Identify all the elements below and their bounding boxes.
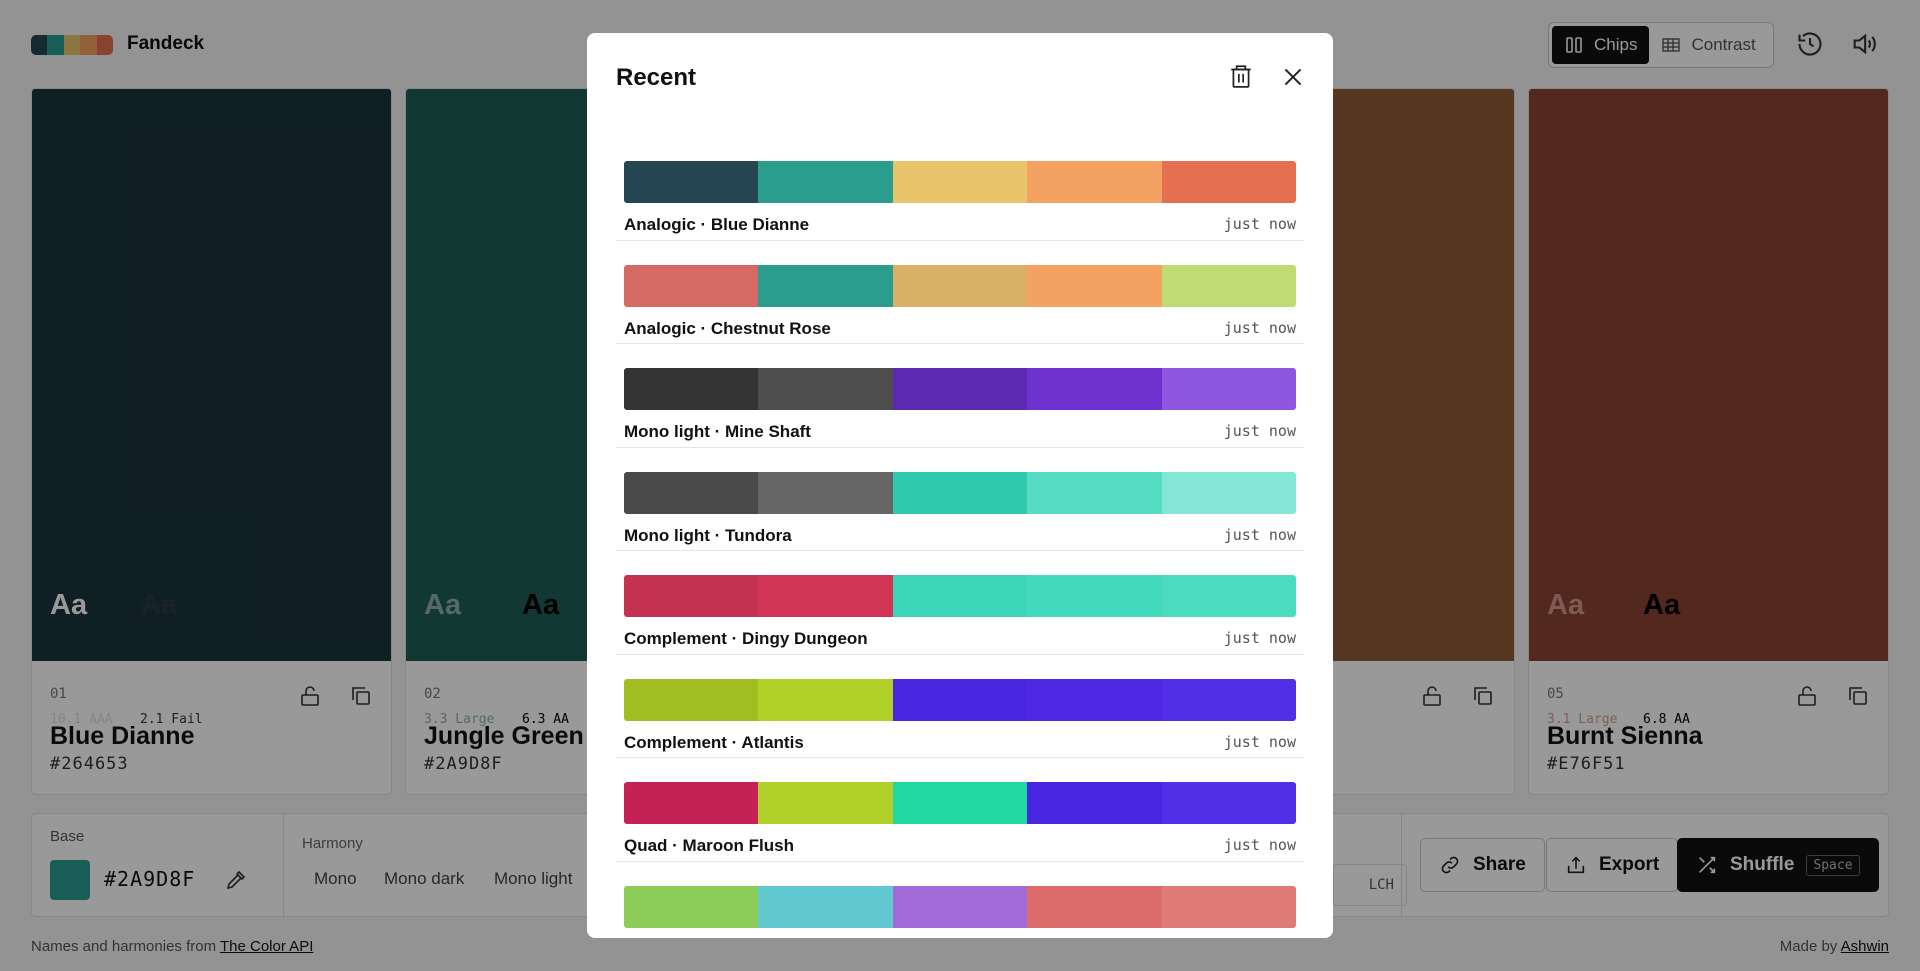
palette-color bbox=[1161, 264, 1296, 307]
palette-color bbox=[1161, 885, 1296, 928]
modal-title: Recent bbox=[616, 64, 697, 91]
palette-color bbox=[624, 368, 759, 410]
palette-color bbox=[624, 575, 759, 617]
recent-list: Analogic · Blue Dianne just now Analogic ·… bbox=[616, 137, 1304, 938]
palette-color bbox=[892, 471, 1028, 514]
trash-icon[interactable] bbox=[1228, 63, 1254, 89]
palette-label: Complement · Dingy Dungeon bbox=[624, 629, 868, 648]
palette-color bbox=[1027, 471, 1162, 514]
palette-strip bbox=[624, 471, 1296, 514]
palette-color bbox=[758, 264, 893, 307]
palette-color bbox=[758, 161, 893, 203]
palette-timestamp: just now bbox=[1223, 732, 1296, 751]
palette-strip bbox=[624, 368, 1296, 410]
recent-palette-item[interactable]: Complement · Dingy Dungeon just now bbox=[616, 551, 1304, 655]
palette-label: Analogic · Blue Dianne bbox=[624, 215, 810, 234]
palette-color bbox=[892, 678, 1028, 721]
palette-timestamp: just now bbox=[1223, 422, 1296, 440]
palette-color bbox=[892, 264, 1028, 307]
palette-timestamp: just now bbox=[1223, 525, 1296, 544]
palette-color bbox=[892, 161, 1028, 203]
recent-palette-item[interactable]: Complement · Atlantis just now bbox=[616, 655, 1304, 758]
palette-label: Complement · Atlantis bbox=[624, 732, 804, 752]
palette-color bbox=[624, 782, 759, 824]
palette-label: Analogic · Chestnut Rose bbox=[624, 318, 831, 338]
palette-color bbox=[1161, 678, 1296, 721]
palette-color bbox=[1027, 575, 1162, 617]
palette-timestamp: just now bbox=[1223, 215, 1296, 233]
palette-color bbox=[758, 368, 893, 410]
palette-color bbox=[758, 782, 893, 824]
close-icon[interactable] bbox=[1280, 64, 1306, 90]
palette-color bbox=[1027, 782, 1162, 824]
palette-color bbox=[624, 161, 759, 203]
palette-color bbox=[1161, 161, 1296, 203]
palette-color bbox=[1027, 678, 1162, 721]
recent-palette-item[interactable]: Quad · Maroon Flush just now bbox=[616, 758, 1304, 862]
palette-color bbox=[758, 471, 893, 514]
recent-palette-item[interactable]: Analogic · Blue Dianne just now bbox=[616, 137, 1304, 241]
recent-palette-item[interactable]: Analogic · Chestnut Rose just now bbox=[616, 241, 1304, 344]
palette-color bbox=[892, 885, 1028, 928]
palette-label: Mono light · Mine Shaft bbox=[624, 422, 811, 441]
palette-color bbox=[624, 264, 759, 307]
palette-strip bbox=[624, 575, 1296, 617]
recent-palette-item[interactable]: Mono light · Tundora just now bbox=[616, 448, 1304, 551]
palette-color bbox=[1161, 368, 1296, 410]
palette-color bbox=[892, 782, 1028, 824]
palette-timestamp: just now bbox=[1223, 629, 1296, 647]
palette-label: Mono light · Tundora bbox=[624, 525, 792, 545]
palette-timestamp: just now bbox=[1223, 318, 1296, 337]
palette-color bbox=[624, 885, 759, 928]
palette-color bbox=[1161, 782, 1296, 824]
palette-timestamp: just now bbox=[1223, 836, 1296, 854]
palette-color bbox=[758, 885, 893, 928]
palette-color bbox=[1027, 161, 1162, 203]
palette-strip bbox=[624, 782, 1296, 824]
palette-color bbox=[1027, 885, 1162, 928]
palette-color bbox=[1161, 575, 1296, 617]
recent-palette-item[interactable]: Mono light · Mine Shaft just now bbox=[616, 344, 1304, 448]
palette-color bbox=[758, 575, 893, 617]
recent-modal: Recent Analogic · Blue Dianne just now Ana… bbox=[587, 33, 1333, 938]
palette-strip bbox=[624, 678, 1296, 721]
palette-color bbox=[892, 575, 1028, 617]
palette-color bbox=[892, 368, 1028, 410]
palette-color bbox=[1027, 368, 1162, 410]
palette-color bbox=[624, 471, 759, 514]
palette-color bbox=[758, 678, 893, 721]
palette-label: Quad · Maroon Flush bbox=[624, 836, 794, 855]
palette-strip bbox=[624, 264, 1296, 307]
palette-strip bbox=[624, 161, 1296, 203]
palette-color bbox=[1027, 264, 1162, 307]
palette-strip bbox=[624, 885, 1296, 928]
recent-palette-item[interactable]: Quad · Mantisjust now bbox=[616, 862, 1304, 939]
palette-color bbox=[624, 678, 759, 721]
palette-color bbox=[1161, 471, 1296, 514]
